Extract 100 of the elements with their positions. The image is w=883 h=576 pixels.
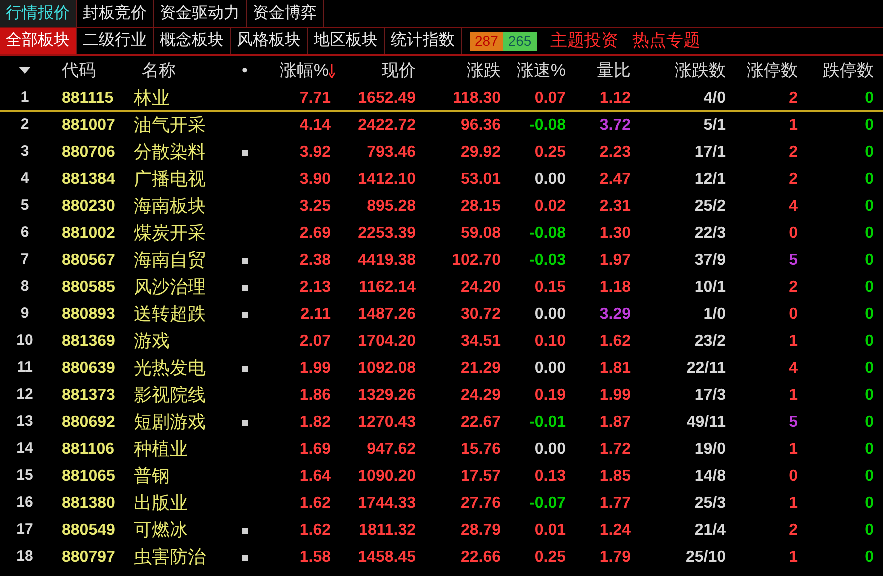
table-cell-text: 0 bbox=[864, 440, 875, 460]
column-header[interactable]: 涨跌数 bbox=[635, 58, 730, 84]
table-cell-text: 1329.26 bbox=[357, 386, 417, 406]
table-cell-text: 1.99 bbox=[598, 386, 632, 406]
table-cell-text: 4 bbox=[788, 196, 799, 216]
column-header[interactable]: 涨跌 bbox=[420, 58, 505, 84]
table-cell-text: 1270.43 bbox=[357, 412, 417, 432]
table-cell-text: 0.00 bbox=[534, 170, 567, 190]
table-cell-text: 0 bbox=[864, 304, 875, 324]
sector-name: 出版业 bbox=[133, 492, 189, 515]
table-cell-text: 12/1 bbox=[694, 170, 727, 190]
table-cell-text: 30.72 bbox=[460, 304, 502, 324]
table-cell-text: 24.29 bbox=[460, 386, 502, 406]
table-cell-text: 2.13 bbox=[298, 278, 332, 298]
table-cell-text: 0.07 bbox=[534, 88, 567, 108]
table-cell-text: 1744.33 bbox=[357, 494, 417, 514]
sector-tab[interactable]: 全部板块 bbox=[0, 28, 77, 54]
table-cell-text: 0.02 bbox=[534, 196, 567, 216]
table-cell-text: 0 bbox=[864, 88, 875, 108]
table-cell-text: 1092.08 bbox=[357, 358, 417, 378]
table-cell-text: 21.29 bbox=[460, 358, 502, 378]
sector-code: 880549 bbox=[61, 520, 116, 540]
table-cell-text: 0.00 bbox=[534, 304, 567, 324]
table-cell-text: 17/3 bbox=[694, 386, 727, 406]
table-cell-text: 5 bbox=[788, 250, 799, 270]
sector-name: 可燃冰 bbox=[133, 519, 189, 542]
table-cell-text: 1.58 bbox=[298, 548, 332, 568]
table-cell-text: 15.76 bbox=[460, 440, 502, 460]
sector-code: 880585 bbox=[61, 278, 116, 298]
table-cell-text: 22/3 bbox=[694, 224, 727, 244]
row-number: 18 bbox=[16, 547, 34, 568]
row-number: 14 bbox=[16, 439, 34, 460]
table-cell-text: 0 bbox=[864, 196, 875, 216]
column-header[interactable]: • bbox=[230, 58, 260, 84]
sector-name: 风沙治理 bbox=[133, 276, 207, 299]
table-cell-text: 1162.14 bbox=[358, 278, 417, 298]
sector-code: 881106 bbox=[61, 440, 116, 460]
table-cell-text: 1458.45 bbox=[357, 548, 417, 568]
column-header[interactable]: 现价 bbox=[335, 58, 420, 84]
topic-link[interactable]: 热点专题 bbox=[632, 28, 701, 54]
sector-name: 送转超跌 bbox=[133, 303, 207, 326]
table-cell-text: 59.08 bbox=[460, 224, 502, 244]
table-cell-text: 22/11 bbox=[686, 358, 727, 378]
table-cell-text: 1652.49 bbox=[357, 88, 417, 108]
sector-name: 林业 bbox=[133, 87, 171, 110]
sector-name: 海南自贸 bbox=[133, 249, 207, 272]
table-cell-text: 2 bbox=[788, 142, 799, 162]
table-cell-text: 2253.39 bbox=[357, 224, 417, 244]
sector-name: 油气开采 bbox=[133, 114, 207, 137]
sector-name: 游戏 bbox=[133, 330, 171, 353]
table-cell-text: 1704.20 bbox=[357, 332, 417, 352]
sector-code: 881065 bbox=[61, 466, 116, 486]
sector-code: 881002 bbox=[61, 224, 116, 244]
table-cell-text: 102.70 bbox=[451, 250, 502, 270]
row-number: 17 bbox=[16, 520, 34, 540]
topic-link[interactable]: 主题投资 bbox=[550, 28, 619, 54]
table-cell-text: 0 bbox=[864, 412, 875, 432]
table-cell-text: 0 bbox=[864, 224, 875, 244]
column-header[interactable]: 涨停数 bbox=[730, 58, 802, 84]
table-cell-text: 3.92 bbox=[298, 142, 332, 162]
table-cell-text: 25/10 bbox=[684, 548, 727, 568]
table-cell-text: 4419.38 bbox=[357, 250, 417, 270]
table-cell-text: 21/4 bbox=[694, 520, 727, 540]
column-header[interactable]: 名称 bbox=[130, 58, 230, 84]
row-number: 12 bbox=[16, 385, 34, 406]
table-cell-text: -0.08 bbox=[528, 224, 567, 244]
table-cell-text: 1.64 bbox=[298, 466, 332, 486]
view-tab[interactable]: 行情报价 bbox=[0, 0, 77, 27]
table-cell-text: 1090.20 bbox=[357, 466, 417, 486]
column-header[interactable]: 代码 bbox=[50, 58, 130, 84]
table-cell-text: 29.92 bbox=[460, 142, 502, 162]
table-cell-text: -0.01 bbox=[528, 412, 567, 432]
table-cell-text: 0 bbox=[788, 466, 799, 486]
table-cell-text: 2 bbox=[788, 170, 799, 190]
table-cell-text: 0 bbox=[864, 250, 875, 270]
sector-name: 海南板块 bbox=[133, 195, 207, 218]
declining-count: 265 bbox=[503, 32, 537, 50]
sector-code: 881115 bbox=[61, 88, 115, 108]
table-cell-text: 3.90 bbox=[298, 170, 332, 190]
column-header[interactable]: 涨速% bbox=[505, 58, 570, 84]
table-cell-text: 0 bbox=[864, 142, 875, 162]
table-cell-text: 49/11 bbox=[686, 412, 727, 432]
sector-code: 881380 bbox=[61, 494, 116, 514]
column-header[interactable]: 跌停数 bbox=[802, 58, 878, 84]
column-header[interactable]: 涨幅% bbox=[280, 58, 329, 84]
table-cell-text: 1412.10 bbox=[357, 170, 417, 190]
table-cell-text: 23/2 bbox=[694, 332, 727, 352]
dropdown-icon[interactable] bbox=[19, 67, 31, 74]
row-number: 8 bbox=[20, 277, 30, 298]
table-cell-text: 53.01 bbox=[460, 170, 502, 190]
column-header[interactable]: 量比 bbox=[570, 58, 635, 84]
table-cell-text: 1487.26 bbox=[357, 304, 417, 324]
table-cell-text: 0 bbox=[864, 386, 875, 406]
table-cell-text: 10/1 bbox=[694, 278, 727, 298]
table-cell-text: 0 bbox=[864, 358, 875, 378]
sector-code: 880639 bbox=[61, 358, 116, 378]
table-cell-text: -0.07 bbox=[528, 494, 567, 514]
table-cell-text: 1 bbox=[788, 116, 799, 136]
sector-code: 881373 bbox=[61, 386, 116, 406]
sector-name: 光热发电 bbox=[133, 357, 207, 380]
